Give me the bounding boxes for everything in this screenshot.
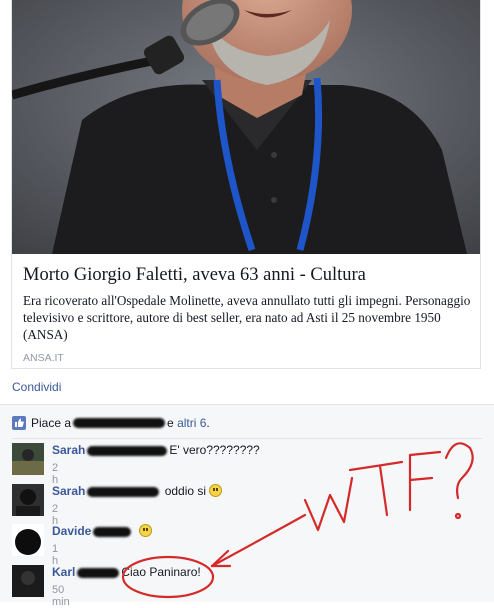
- avatar[interactable]: [12, 565, 44, 597]
- link-preview-source: ANSA.IT: [23, 352, 64, 364]
- comment-author[interactable]: Sarah: [52, 484, 85, 498]
- avatar-photo: [12, 443, 44, 475]
- likes-summary: Piace a e altri 6.: [12, 415, 210, 431]
- likes-suffix: .: [206, 416, 210, 430]
- smile-emoji-icon: [139, 524, 153, 537]
- comment-author[interactable]: Karl: [52, 565, 75, 579]
- redacted-name: [73, 418, 166, 428]
- avatar[interactable]: [12, 524, 44, 556]
- share-link[interactable]: Condividi: [12, 380, 61, 394]
- avatar-photo: [12, 565, 44, 597]
- facebook-post: Morto Giorgio Faletti, aveva 63 anni - C…: [0, 0, 494, 608]
- avatar[interactable]: [12, 484, 44, 516]
- likes-prefix: Piace a: [31, 416, 72, 430]
- comment-timestamp[interactable]: 50 min: [52, 584, 70, 608]
- comment-text: E' vero????????: [169, 443, 260, 457]
- link-preview-image[interactable]: [12, 0, 480, 254]
- redacted-name: [87, 486, 160, 497]
- comment-author[interactable]: Davide: [52, 524, 91, 538]
- smile-emoji-icon: [209, 484, 223, 497]
- avatar-photo: [12, 524, 44, 556]
- link-preview-body: Morto Giorgio Faletti, aveva 63 anni - C…: [23, 262, 471, 364]
- comment-body: Karl Ciao Paninaro!: [52, 565, 201, 580]
- comment-timestamp[interactable]: 2 h: [52, 462, 58, 486]
- avatar[interactable]: [12, 443, 44, 475]
- link-preview-title[interactable]: Morto Giorgio Faletti, aveva 63 anni - C…: [23, 262, 471, 288]
- redacted-name: [93, 526, 132, 537]
- comment-timestamp[interactable]: 1 h: [52, 543, 58, 567]
- redacted-name: [77, 567, 120, 578]
- comment-author[interactable]: Sarah: [52, 443, 85, 457]
- link-preview-description: Era ricoverato all'Ospedale Molinette, a…: [23, 293, 471, 342]
- likes-and: e: [167, 416, 174, 430]
- comment-body: Davide: [52, 524, 153, 539]
- comment-body: Sarah E' vero????????: [52, 443, 260, 458]
- thumbs-up-icon: [12, 416, 26, 430]
- photo-of-man-with-microphone: [12, 0, 480, 254]
- comment-body: Sarah oddio si: [52, 484, 223, 499]
- comment-text: oddio si: [164, 484, 207, 498]
- comment-text: Ciao Paninaro!: [121, 565, 201, 579]
- likes-others-link[interactable]: altri 6: [177, 416, 206, 430]
- link-preview-card[interactable]: Morto Giorgio Faletti, aveva 63 anni - C…: [11, 0, 481, 369]
- divider: [12, 438, 482, 439]
- redacted-name: [87, 445, 168, 456]
- avatar-photo: [12, 484, 44, 516]
